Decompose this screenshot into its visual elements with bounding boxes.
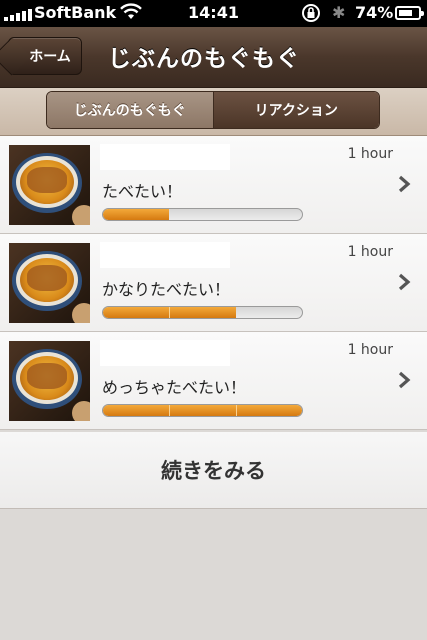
hunger-level-bar bbox=[102, 208, 303, 221]
segment-area: じぶんのもぐもぐ リアクション bbox=[0, 88, 427, 136]
level-divider bbox=[235, 405, 237, 416]
segmented-control: じぶんのもぐもぐ リアクション bbox=[46, 91, 380, 129]
segment-my-mogumogu[interactable]: じぶんのもぐもぐ bbox=[47, 92, 214, 128]
chevron-right-icon bbox=[398, 175, 411, 193]
navigation-bar: ホーム じぶんのもぐもぐ bbox=[0, 27, 427, 88]
level-divider bbox=[169, 405, 171, 416]
chevron-right-icon bbox=[398, 273, 411, 291]
food-photo bbox=[9, 145, 90, 225]
chevron-right-icon bbox=[398, 371, 411, 389]
battery-icon bbox=[395, 6, 424, 20]
load-more-button[interactable]: 続きをみる bbox=[0, 432, 427, 509]
time-ago: 1 hour bbox=[347, 244, 393, 260]
rotation-lock-icon bbox=[302, 4, 320, 22]
user-name-placeholder bbox=[100, 242, 230, 268]
post-text: たべたい！ bbox=[102, 182, 183, 201]
time-ago: 1 hour bbox=[347, 146, 393, 162]
hunger-level-bar bbox=[102, 404, 303, 417]
list-item[interactable]: 1 hour めっちゃたべたい！ bbox=[0, 332, 427, 430]
user-name-placeholder bbox=[100, 340, 230, 366]
level-divider bbox=[169, 307, 171, 318]
post-list: 1 hour たべたい！ 1 hour かなりたべたい！ 1 hour めっちゃ… bbox=[0, 136, 427, 430]
post-text: かなりたべたい！ bbox=[102, 280, 231, 299]
hunger-level-bar bbox=[102, 306, 303, 319]
list-item[interactable]: 1 hour たべたい！ bbox=[0, 136, 427, 234]
back-button-label: ホーム bbox=[29, 49, 71, 65]
user-name-placeholder bbox=[100, 144, 230, 170]
home-back-button[interactable]: ホーム bbox=[0, 37, 82, 76]
time-ago: 1 hour bbox=[347, 342, 393, 358]
bluetooth-icon: ✱ bbox=[332, 3, 346, 22]
battery-percent: 74% bbox=[355, 3, 394, 22]
list-item[interactable]: 1 hour かなりたべたい！ bbox=[0, 234, 427, 332]
status-bar: SoftBank 14:41 ✱ 74% bbox=[0, 0, 427, 27]
post-text: めっちゃたべたい！ bbox=[102, 378, 247, 397]
food-photo bbox=[9, 243, 90, 323]
segment-reactions[interactable]: リアクション bbox=[213, 92, 379, 128]
food-photo bbox=[9, 341, 90, 421]
page-title: じぶんのもぐもぐ bbox=[108, 46, 300, 72]
